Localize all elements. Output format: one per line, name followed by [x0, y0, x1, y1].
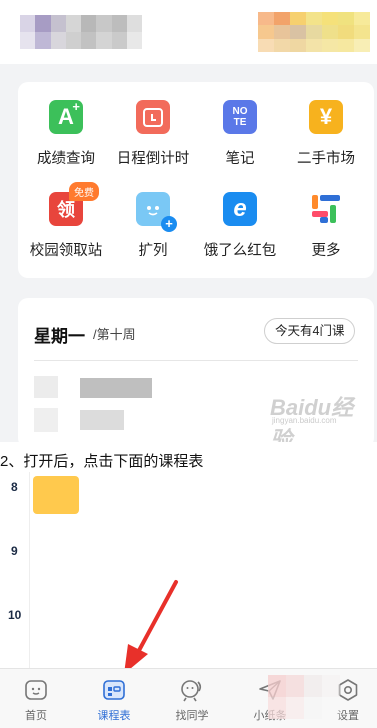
countdown-calendar-icon	[136, 100, 170, 134]
tool-label: 饿了么红包	[203, 243, 277, 259]
today-schedule-card[interactable]: 星期一 /第十周 今天有4门课 Baidu经验 jingyan.baidu.co…	[18, 298, 374, 448]
tool-label: 日程倒计时	[116, 151, 190, 167]
tool-grade-query[interactable]: A + 成绩查询	[20, 99, 112, 168]
tool-more[interactable]: 更多	[280, 192, 372, 260]
find-classmates-icon	[179, 677, 205, 703]
tutorial-caption: 2、打开后，点击下面的课程表	[0, 453, 204, 470]
hour-label: 8	[11, 480, 18, 494]
home-face-icon	[23, 677, 49, 703]
hour-label: 10	[8, 608, 22, 622]
hour-label: 9	[11, 544, 18, 558]
tool-label: 校园领取站	[29, 243, 103, 259]
tab-timetable[interactable]: 课程表	[84, 677, 144, 723]
tool-countdown[interactable]: 日程倒计时	[107, 100, 199, 168]
tool-label: 二手市场	[297, 151, 355, 167]
tool-label: 笔记	[225, 151, 255, 167]
tool-label: 成绩查询	[37, 151, 95, 167]
tool-label: 扩列	[138, 243, 168, 259]
week-number: /第十周	[93, 327, 136, 342]
watermark-url: jingyan.baidu.com	[272, 416, 337, 425]
tab-home[interactable]: 首页	[6, 677, 66, 723]
blurred-course-time	[34, 376, 58, 398]
tab-label: 找同学	[175, 710, 209, 722]
free-badge: 免费	[69, 182, 99, 201]
tab-label: 首页	[25, 710, 47, 722]
top-header	[0, 0, 377, 64]
campus-pickup-icon: 领 免费	[49, 182, 99, 226]
tool-secondhand-market[interactable]: ¥ 二手市场	[280, 100, 372, 168]
eleme-icon: e	[223, 192, 257, 226]
annotation-arrow	[124, 580, 178, 674]
grade-a-plus-icon: A +	[49, 99, 83, 134]
bottom-tab-bar: 首页 课程表 找同学 小纸条 设置	[0, 668, 377, 728]
tool-notes[interactable]: NOTE 笔记	[194, 100, 286, 168]
tab-find-classmates[interactable]: 找同学	[162, 677, 222, 723]
blurred-avatar[interactable]	[258, 12, 370, 52]
courses-today-button[interactable]: 今天有4门课	[264, 318, 356, 344]
tool-add-friends[interactable]: + 扩列	[107, 192, 199, 260]
note-icon: NOTE	[223, 100, 257, 134]
blurred-course-room	[80, 410, 124, 430]
blurred-overlay	[268, 675, 340, 719]
tab-label: 课程表	[97, 710, 131, 722]
add-friend-robot-icon: +	[136, 192, 177, 232]
course-block[interactable]	[33, 476, 79, 514]
more-grid-icon	[309, 192, 343, 226]
timetable-icon	[101, 677, 127, 703]
divider	[34, 360, 358, 361]
yen-market-icon: ¥	[309, 100, 343, 134]
blurred-course-time	[34, 408, 58, 432]
blurred-title	[20, 15, 142, 49]
weekday-label: 星期一	[34, 327, 85, 346]
blurred-course-name	[80, 378, 152, 398]
tool-eleme-redpacket[interactable]: e 饿了么红包	[194, 192, 286, 260]
tools-card: A + 成绩查询 日程倒计时 NOTE 笔记 ¥ 二手市场 领 免费 校园领取站 …	[18, 82, 374, 278]
tool-label: 更多	[311, 243, 341, 259]
time-column: 8 9 10	[0, 472, 30, 668]
tool-campus-pickup[interactable]: 领 免费 校园领取站	[20, 182, 112, 260]
